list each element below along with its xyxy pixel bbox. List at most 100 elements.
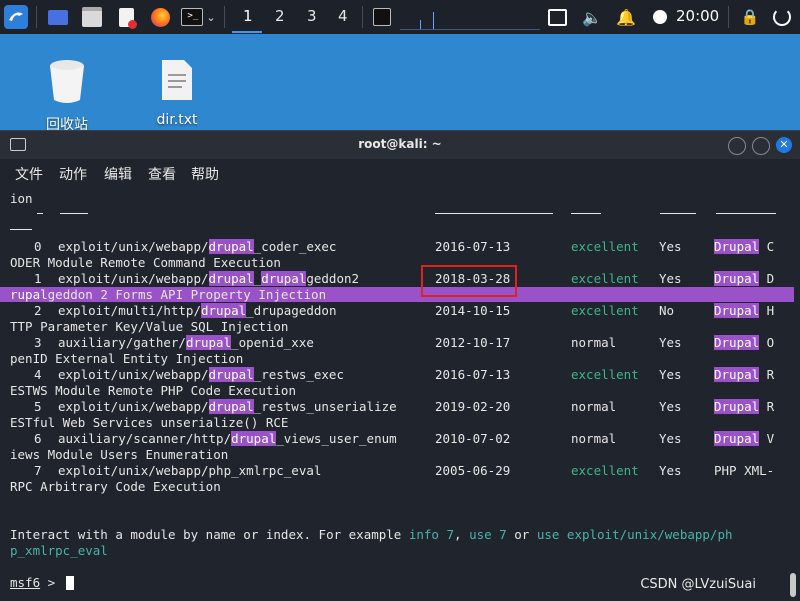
path-match: drupal [208,367,254,382]
hint-use-command: use 7 [469,527,507,542]
title-bar[interactable]: root@kali: ~ ✕ [0,131,800,159]
hint-info-command: info 7 [408,527,455,542]
description-tail: PHP XML- [714,463,775,478]
row-index: 2 [34,303,42,318]
desktop-icon-trash[interactable]: 回收站 [27,58,107,134]
module-path: exploit/unix/webapp/drupal_coder_exec [58,239,336,255]
hint-comma: , [454,527,470,542]
module-path: exploit/unix/webapp/drupal_restws_unseri… [58,399,397,415]
row-index: 3 [34,335,42,350]
rank: normal [571,399,617,414]
workspace-2[interactable]: 2 [275,7,285,25]
path-middle: _coder_exec [253,239,337,254]
terminal-window[interactable]: root@kali: ~ ✕ 文件 动作 编辑 查看 帮助 ion 0 explo… [0,130,800,601]
show-desktop-icon[interactable] [46,5,70,29]
check: Yes [659,463,682,478]
path-match: drupal [201,303,247,318]
disclosure-date: 2016-07-13 [435,367,511,382]
kali-menu-icon[interactable] [4,5,28,29]
workspace-3[interactable]: 3 [307,7,317,25]
file-manager-icon[interactable] [80,5,104,29]
description-text: geddon 2 Forms API Property Injection [47,287,327,302]
desktop-icon-label: dir.txt [156,112,198,128]
cpu-graph [400,8,540,30]
rank: normal [571,335,617,350]
volume-icon[interactable]: 🔈 [580,5,604,29]
menu-edit[interactable]: 编辑 [104,164,132,184]
text-cursor [66,576,74,590]
menu-view[interactable]: 查看 [148,164,176,184]
description-match: Drupal [714,303,760,318]
workspace-1[interactable]: 1 [243,7,253,25]
text-editor-icon[interactable] [114,5,138,29]
description-start: Drupal R [714,367,774,383]
path-match: drupal [208,399,254,414]
description-tail: O [759,335,775,350]
description-continued: iews Module Users Enumeration [10,447,228,463]
description-start: Drupal H [714,303,774,319]
menu-action[interactable]: 动作 [59,164,87,184]
path-suffix: geddon2 [306,271,360,286]
check: Yes [659,271,682,286]
display-icon[interactable] [545,5,569,29]
description-text: ESTful Web Services unserialize() RCE [10,415,289,430]
path-middle: _restws_exec [253,367,344,382]
terminal-task-icon[interactable] [370,5,394,29]
header-underline [37,213,43,214]
rank: excellent [571,303,639,318]
path-match: drupal [208,239,254,254]
description-match: Drupal [714,335,760,350]
terminal-icon[interactable]: >_ [180,5,204,29]
hint-or: or [506,527,537,542]
menu-file[interactable]: 文件 [15,164,43,184]
notification-bell-icon[interactable]: 🔔 [614,5,638,29]
path-prefix: auxiliary/gather/ [58,335,186,350]
prompt-line[interactable]: msf6 > [10,575,55,591]
separator [36,6,37,28]
top-panel: >_ ⌄ 1 2 3 4 🔈 🔔 20:00 🔒 [0,0,800,34]
scrollbar[interactable] [790,573,796,597]
description-start: Drupal V [714,431,774,447]
prompt-name: msf6 [10,575,41,590]
maximize-button[interactable] [752,137,770,155]
check: Yes [659,431,682,446]
description-start: Drupal R [714,399,774,415]
check: Yes [659,239,682,254]
header-fragment: ion [10,191,33,206]
path-prefix: exploit/unix/webapp/ [58,399,209,414]
close-button[interactable]: ✕ [776,137,792,153]
path-match: drupal [185,335,232,350]
watermark: CSDN @LVzuiSuai [640,577,756,592]
minimize-button[interactable] [728,137,746,155]
check: Yes [659,367,682,382]
description-continued: ESTful Web Services unserialize() RCE [10,415,288,431]
menu-help[interactable]: 帮助 [191,164,219,184]
path-match: drupal [208,271,254,286]
power-manager-icon[interactable] [648,5,672,29]
module-path: exploit/multi/http/drupal_drupageddon [58,303,336,319]
lock-icon[interactable]: 🔒 [738,5,762,29]
workspace-4[interactable]: 4 [338,7,348,25]
path-prefix: exploit/unix/webapp/php_xmlrpc_eval [58,463,322,478]
chevron-down-icon[interactable]: ⌄ [204,5,218,29]
header-underline [10,229,32,230]
firefox-icon[interactable] [148,5,172,29]
path-match: drupal [231,431,277,446]
path-match: drupal [261,271,307,286]
logout-icon[interactable] [770,5,794,29]
description-start: Drupal O [714,335,774,351]
description-match: Drupal [714,399,760,414]
terminal-output[interactable]: ion 0 exploit/unix/webapp/drupal_coder_ex… [0,187,800,601]
description-text: RPC Arbitrary Code Execution [10,479,221,494]
description-tail: C [759,239,775,254]
row-index: 4 [34,367,42,382]
hint-text: Interact with a module by name or index.… [10,527,409,542]
path-middle: _views_user_enum [276,431,397,446]
clock[interactable]: 20:00 [676,7,719,25]
rank: normal [571,431,617,446]
description-start: Drupal C [714,239,774,255]
rank: excellent [571,239,639,254]
desktop-icon-dir-txt[interactable]: dir.txt [137,58,217,128]
interact-hint: Interact with a module by name or index.… [10,527,733,543]
path-middle: _drupageddon [246,303,337,318]
